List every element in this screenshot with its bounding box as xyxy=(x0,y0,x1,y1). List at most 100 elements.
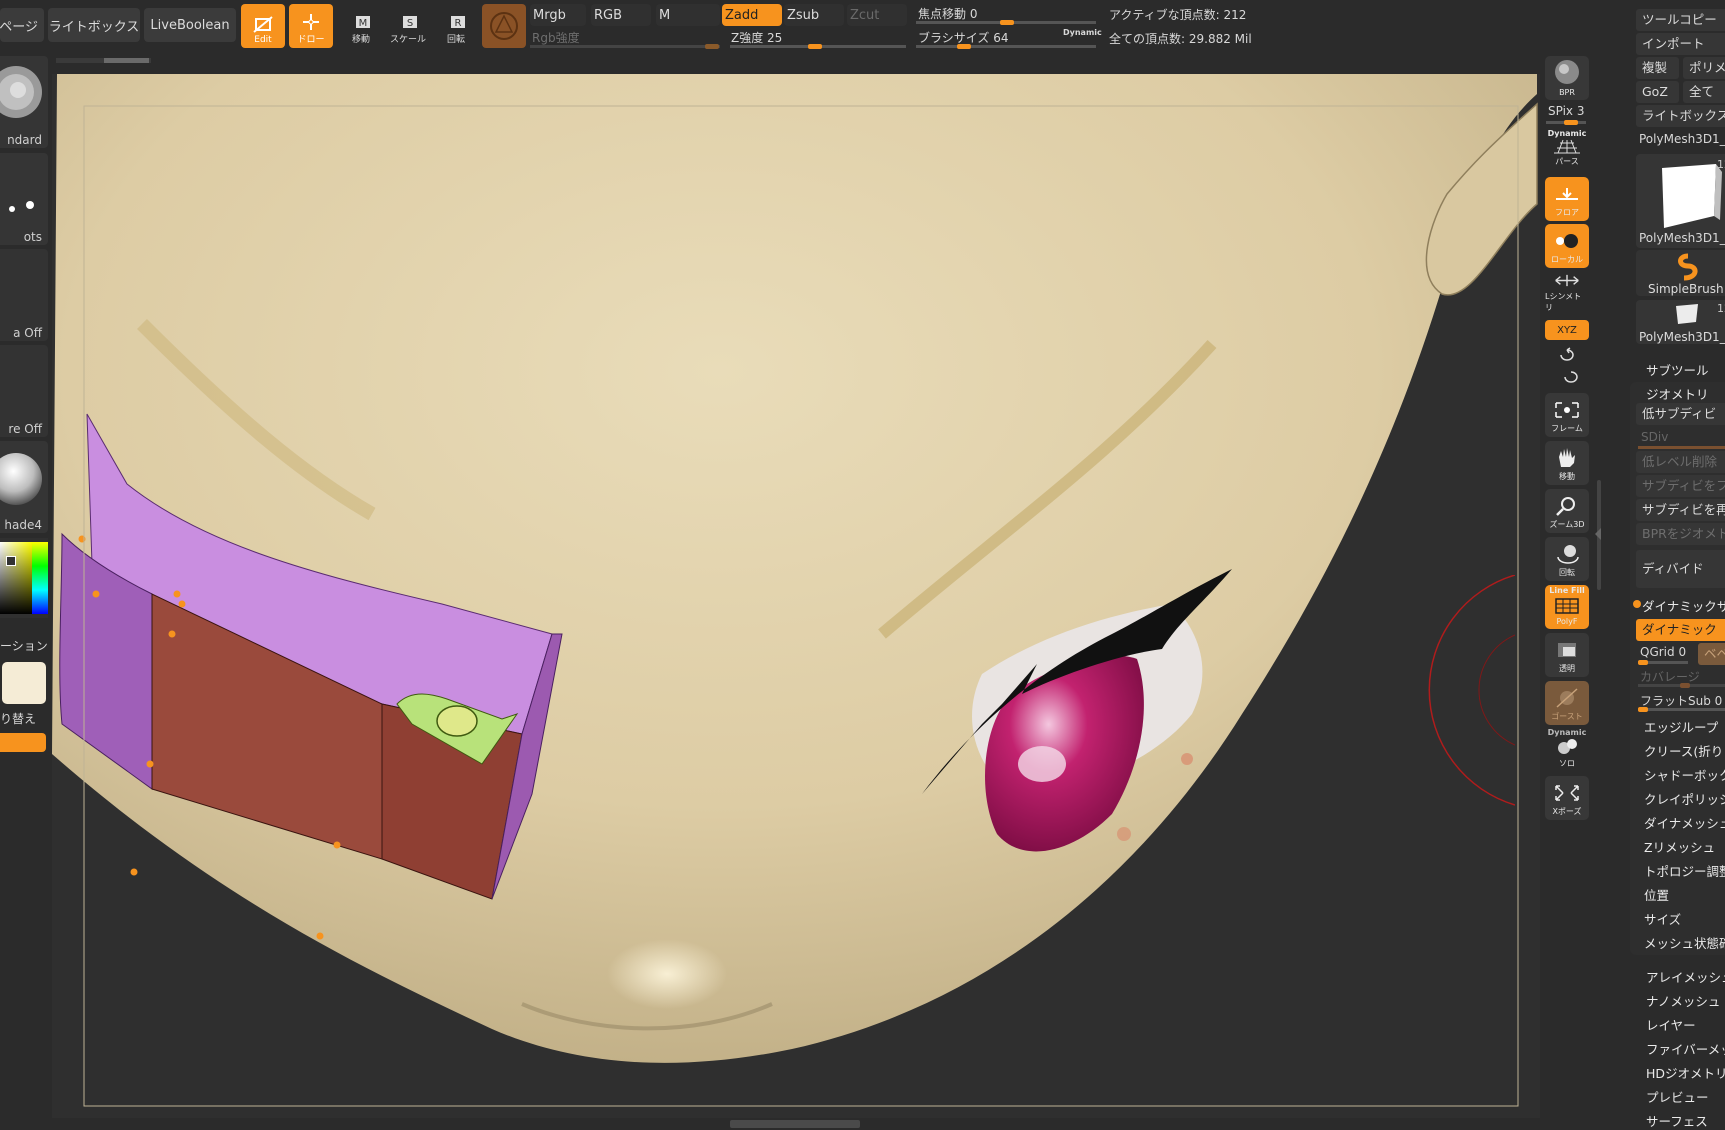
z-intensity-slider[interactable] xyxy=(730,44,906,49)
solo-button[interactable]: Dynamic ソロ xyxy=(1545,728,1589,772)
layers-header[interactable]: レイヤー xyxy=(1636,1015,1696,1034)
collapse-arrow-icon[interactable] xyxy=(1595,528,1601,540)
rotate-button[interactable]: R 回転 xyxy=(436,4,476,48)
cheek-mark xyxy=(1117,827,1131,841)
bottom-scroll-handle[interactable] xyxy=(730,1120,860,1128)
move-button[interactable]: M 移動 xyxy=(341,4,381,48)
delete-lower-button[interactable]: 低レベル削除 xyxy=(1636,451,1725,473)
persp-label: パース xyxy=(1555,157,1579,166)
floor-label: フロア xyxy=(1555,208,1579,217)
tool-thumb-polymesh[interactable]: 12 PolyMesh3D1_3 xyxy=(1636,300,1725,344)
zadd-button[interactable]: Zadd xyxy=(722,4,782,26)
zremesher-header[interactable]: Zリメッシュ xyxy=(1640,837,1715,856)
focal-shift-slider[interactable] xyxy=(916,20,1096,25)
meshintegrity-header[interactable]: メッシュ状態確 xyxy=(1640,933,1725,952)
ghost-button[interactable]: ゴースト xyxy=(1545,681,1589,725)
viewport[interactable] xyxy=(52,74,1540,1118)
color-picker[interactable] xyxy=(0,538,48,618)
arraymesh-header[interactable]: アレイメッシュ xyxy=(1636,967,1725,986)
xpose-button[interactable]: Xポーズ xyxy=(1545,776,1589,820)
zoom3d-button[interactable]: ズーム3D xyxy=(1545,489,1589,533)
polyf-label: PolyF xyxy=(1556,617,1578,626)
qgrid-slider[interactable] xyxy=(1638,660,1688,665)
zoom3d-label: ズーム3D xyxy=(1549,520,1585,529)
bpr-to-geo-button[interactable]: BPRをジオメト xyxy=(1636,523,1725,545)
zcut-button[interactable]: Zcut xyxy=(847,4,907,26)
rgb-intensity-slider[interactable] xyxy=(530,44,720,49)
hdgeometry-header[interactable]: HDジオメトリ xyxy=(1636,1063,1725,1082)
sdiv-slider[interactable] xyxy=(1638,446,1725,449)
tool-thumb-simplebrush[interactable]: SimpleBrush xyxy=(1636,250,1725,296)
alpha-tile[interactable]: a Off xyxy=(0,249,48,341)
rotate-y-icon[interactable] xyxy=(1557,346,1577,364)
position-header[interactable]: 位置 xyxy=(1640,885,1669,904)
move-view-button[interactable]: 移動 xyxy=(1545,441,1589,485)
edgeloop-header[interactable]: エッジループ xyxy=(1640,717,1718,736)
local-button[interactable]: ローカル xyxy=(1545,224,1589,268)
scale-icon: S xyxy=(403,16,417,29)
lsym-button[interactable]: Lシンメトリ xyxy=(1545,272,1589,316)
floor-icon xyxy=(1556,188,1578,200)
switch-color-button[interactable] xyxy=(0,733,46,752)
qgrid-label: QGrid 0 xyxy=(1640,645,1687,659)
texture-tile[interactable]: re Off xyxy=(0,345,48,437)
geometry-header[interactable]: ジオメトリ xyxy=(1636,384,1709,403)
local-icon xyxy=(1556,234,1578,248)
goz-all-button[interactable]: 全て xyxy=(1683,81,1725,103)
xyz-button[interactable]: XYZ xyxy=(1545,320,1589,340)
subtool-header[interactable]: サブツール xyxy=(1636,360,1709,379)
dynamic-subdiv-header[interactable]: ダイナミックサ xyxy=(1642,596,1725,615)
rotate-view-button[interactable]: 回転 xyxy=(1545,537,1589,581)
polyf-button[interactable]: Line Fill PolyF xyxy=(1545,585,1589,629)
page-button[interactable]: ページ xyxy=(0,8,44,42)
coverage-slider[interactable] xyxy=(1638,683,1725,688)
main-color-swatch[interactable] xyxy=(2,662,46,704)
crease-header[interactable]: クリース(折り目 xyxy=(1640,741,1725,760)
nanomesh-header[interactable]: ナノメッシュ xyxy=(1636,991,1720,1010)
lightbox-button[interactable]: ライトボックス xyxy=(48,8,140,42)
edit-button[interactable]: Edit xyxy=(241,4,285,48)
size-header[interactable]: サイズ xyxy=(1640,909,1681,928)
make-polymesh-button[interactable]: ポリメ xyxy=(1683,57,1725,79)
goz-button[interactable]: GoZ xyxy=(1636,81,1679,103)
dynamic-toggle[interactable]: ダイナミック xyxy=(1636,619,1725,641)
brush-size-slider[interactable] xyxy=(916,44,1096,49)
floor-button[interactable]: フロア xyxy=(1545,177,1589,221)
bpr-button[interactable]: BPR xyxy=(1545,56,1589,100)
claypolish-header[interactable]: クレイポリッシ xyxy=(1640,789,1725,808)
tool-copy-button[interactable]: ツールコピー xyxy=(1636,9,1725,31)
frame-button[interactable]: フレーム xyxy=(1545,393,1589,437)
m-button[interactable]: M xyxy=(656,4,720,26)
topology-header[interactable]: トポロジー調整 xyxy=(1640,861,1725,880)
bevel-button[interactable]: ベベ xyxy=(1698,643,1725,665)
surface-header[interactable]: サーフェス xyxy=(1636,1111,1708,1130)
fibermesh-header[interactable]: ファイバーメッ xyxy=(1636,1039,1725,1058)
persp-button[interactable]: Dynamic パース xyxy=(1545,126,1589,170)
rgb-button[interactable]: RGB xyxy=(591,4,651,26)
shadowbox-header[interactable]: シャドーボック xyxy=(1640,765,1725,784)
brush-tile[interactable]: ndard xyxy=(0,56,48,148)
reconstruct-subdiv-button[interactable]: サブディビを再 xyxy=(1636,499,1725,521)
stroke-tile[interactable]: ots xyxy=(0,153,48,245)
brush-label: ndard xyxy=(7,133,42,147)
transparent-button[interactable]: 透明 xyxy=(1545,633,1589,677)
draw-button[interactable]: ドロー xyxy=(289,4,333,48)
material-preview-button[interactable] xyxy=(482,4,526,48)
dynamesh-header[interactable]: ダイナメッシュ xyxy=(1640,813,1725,832)
lower-res-button[interactable]: 低サブディビ xyxy=(1636,403,1725,425)
zsub-button[interactable]: Zsub xyxy=(784,4,844,26)
lightbox-tools-button[interactable]: ライトボックス xyxy=(1636,105,1725,127)
scale-button[interactable]: S スケール xyxy=(388,4,428,48)
mrgb-button[interactable]: Mrgb xyxy=(530,4,586,26)
clone-button[interactable]: 複製 xyxy=(1636,57,1679,79)
import-button[interactable]: インポート xyxy=(1636,33,1725,55)
spix-slider[interactable] xyxy=(1546,120,1586,125)
divide-button[interactable]: ディバイド xyxy=(1636,550,1725,588)
freeze-subdiv-button[interactable]: サブディビをフ xyxy=(1636,475,1725,497)
material-tile[interactable]: hade4 xyxy=(0,441,48,533)
flatsub-slider[interactable] xyxy=(1638,707,1725,712)
liveboolean-button[interactable]: LiveBoolean xyxy=(144,8,236,42)
preview-header[interactable]: プレビュー xyxy=(1636,1087,1709,1106)
z-intensity-label: Z強度 25 xyxy=(731,31,783,45)
rotate-z-icon[interactable] xyxy=(1561,368,1581,386)
